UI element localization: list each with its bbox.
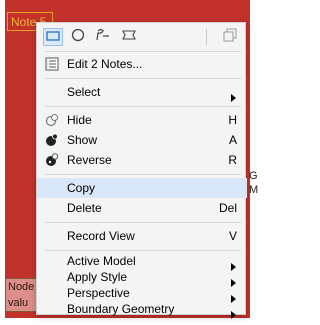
edit-notes-item[interactable]: Edit 2 Notes... bbox=[37, 54, 247, 74]
shape-toolbar bbox=[37, 23, 247, 51]
hide-item[interactable]: Hide H bbox=[37, 110, 247, 130]
copy-label: Copy bbox=[67, 181, 96, 195]
delete-label: Delete bbox=[67, 201, 102, 215]
toolbar-divider bbox=[206, 29, 207, 45]
side-text-2: M bbox=[249, 184, 259, 196]
banner-shape-button[interactable] bbox=[119, 28, 139, 46]
bottom-note-line-2: valu bbox=[8, 297, 29, 309]
separator bbox=[45, 222, 241, 223]
copy-item[interactable]: Copy bbox=[37, 178, 247, 198]
reverse-shortcut: R bbox=[228, 153, 237, 167]
reverse-label: Reverse bbox=[67, 153, 112, 167]
delete-shortcut: Del bbox=[218, 201, 237, 215]
chevron-right-icon bbox=[231, 88, 236, 108]
delete-item[interactable]: Delete Del bbox=[37, 198, 247, 218]
chevron-right-icon bbox=[231, 305, 236, 325]
bottom-note-line-1: Node bbox=[8, 281, 35, 293]
circle-shape-button[interactable] bbox=[68, 28, 88, 46]
separator bbox=[45, 51, 241, 52]
boundary-geometry-item[interactable]: Boundary Geometry bbox=[37, 299, 247, 319]
record-view-shortcut: V bbox=[228, 229, 237, 243]
boundary-geometry-label: Boundary Geometry bbox=[67, 302, 175, 316]
record-view-item[interactable]: Record View V bbox=[37, 226, 247, 246]
copy-disabled-button[interactable] bbox=[220, 28, 240, 46]
reverse-icon bbox=[45, 153, 59, 167]
callout-icon bbox=[95, 28, 111, 47]
show-shortcut: A bbox=[228, 133, 237, 147]
edit-notes-label: Edit 2 Notes... bbox=[67, 57, 143, 71]
bottom-note[interactable]: Node valu bbox=[5, 278, 39, 312]
record-view-label: Record View bbox=[67, 229, 135, 243]
circle-icon bbox=[71, 28, 85, 47]
rectangle-icon bbox=[46, 28, 60, 46]
show-label: Show bbox=[67, 133, 98, 147]
canvas: Note 5 G M Node valu Edit 2 Notes... Sel… bbox=[0, 0, 260, 325]
reverse-item[interactable]: Reverse R bbox=[37, 150, 247, 170]
rectangle-shape-button[interactable] bbox=[43, 28, 63, 46]
left-border bbox=[0, 0, 5, 325]
side-text-1: G bbox=[249, 170, 258, 182]
hide-icon bbox=[45, 113, 59, 127]
select-label: Select bbox=[67, 85, 101, 99]
hide-label: Hide bbox=[67, 113, 92, 127]
hide-shortcut: H bbox=[228, 113, 237, 127]
select-item[interactable]: Select bbox=[37, 82, 247, 102]
copy-disabled-icon bbox=[223, 28, 237, 47]
banner-icon bbox=[121, 28, 137, 47]
edit-notes-icon bbox=[45, 57, 59, 71]
separator bbox=[45, 174, 241, 175]
show-item[interactable]: Show A bbox=[37, 130, 247, 150]
separator bbox=[45, 78, 241, 79]
show-icon bbox=[45, 133, 59, 147]
callout-shape-button[interactable] bbox=[93, 28, 113, 46]
separator bbox=[45, 106, 241, 107]
context-menu: Edit 2 Notes... Select Hide H Show A Rev… bbox=[36, 22, 247, 319]
